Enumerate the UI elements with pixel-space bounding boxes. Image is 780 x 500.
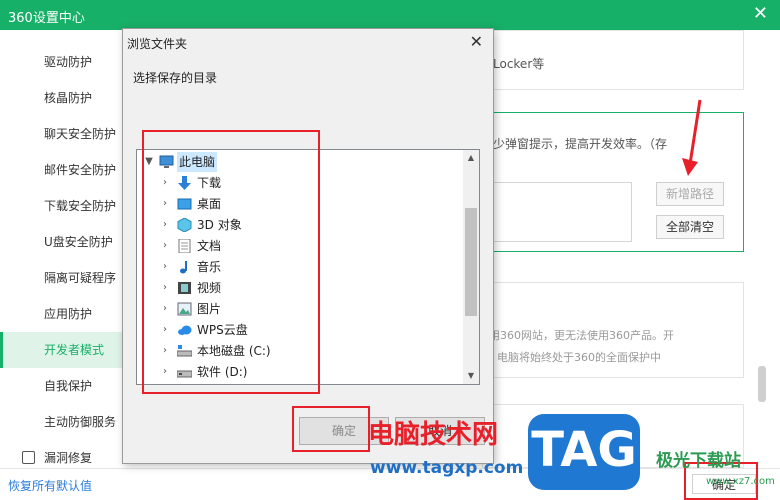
- expand-arrow-icon[interactable]: ›: [159, 320, 171, 340]
- desktop-icon: [177, 198, 192, 210]
- expand-arrow-icon[interactable]: ›: [159, 299, 171, 319]
- shield-icon: [22, 451, 35, 464]
- sidebar-item-driver-protection[interactable]: 驱动防护: [0, 44, 122, 80]
- expand-arrow-icon[interactable]: ›: [159, 362, 171, 382]
- title-bar: 360设置中心 ✕: [0, 0, 780, 30]
- sidebar-item-quarantine[interactable]: 隔离可疑程序: [0, 260, 122, 296]
- document-icon: [178, 239, 191, 253]
- expand-arrow-icon[interactable]: ›: [159, 236, 171, 256]
- sidebar-item-chat-protection[interactable]: 聊天安全防护: [0, 116, 122, 152]
- panel-low-text-1: 用360网站，更无法使用360产品。开: [489, 329, 674, 342]
- picture-icon: [177, 302, 192, 316]
- expand-arrow-icon[interactable]: ›: [159, 215, 171, 235]
- expand-arrow-icon[interactable]: ›: [159, 194, 171, 214]
- sidebar-item-usb-protection[interactable]: U盘安全防护: [0, 224, 122, 260]
- panel-low-text-2: 电脑将始终处于360的全面保护中: [497, 351, 661, 364]
- tree-item-music[interactable]: › 音乐: [137, 257, 465, 277]
- sidebar-item-download-protection[interactable]: 下载安全防护: [0, 188, 122, 224]
- tree-scrollbar[interactable]: ▲ ▼: [463, 150, 479, 384]
- close-icon[interactable]: ✕: [753, 4, 768, 24]
- sidebar-item-mail-protection[interactable]: 邮件安全防护: [0, 152, 122, 188]
- expand-arrow-icon[interactable]: ›: [159, 173, 171, 193]
- dialog-cancel-button[interactable]: 取消: [395, 417, 485, 445]
- browse-folder-dialog: 浏览文件夹 ✕ 选择保存的目录 ▼ 此电脑 › 下载 › 桌面 › 3D 对象: [122, 28, 494, 464]
- settings-panel-bottom: [482, 404, 744, 468]
- scroll-up-icon[interactable]: ▲: [463, 150, 479, 166]
- path-list-box[interactable]: [488, 182, 632, 242]
- sidebar-item-active-defense[interactable]: 主动防御服务: [0, 404, 122, 440]
- expand-arrow-icon[interactable]: ›: [159, 278, 171, 298]
- sidebar-item-self-protection[interactable]: 自我保护: [0, 368, 122, 404]
- 3d-object-icon: [177, 218, 192, 232]
- dialog-prompt: 选择保存的目录: [133, 71, 218, 85]
- add-path-button[interactable]: 新增路径: [656, 182, 724, 206]
- main-scrollbar-thumb[interactable]: [758, 366, 766, 402]
- sidebar: 驱动防护 核晶防护 聊天安全防护 邮件安全防护 下载安全防护 U盘安全防护 隔离…: [0, 30, 122, 470]
- cloud-icon: [178, 325, 192, 335]
- sidebar-item-app-protection[interactable]: 应用防护: [0, 296, 122, 332]
- scroll-down-icon[interactable]: ▼: [463, 368, 479, 384]
- tree-item-pictures[interactable]: › 图片: [137, 299, 465, 319]
- tree-item-wps-cloud[interactable]: › WPS云盘: [137, 320, 465, 340]
- tree-item-3d-objects[interactable]: › 3D 对象: [137, 215, 465, 235]
- tree-item-downloads[interactable]: › 下载: [137, 173, 465, 193]
- expand-arrow-icon[interactable]: ›: [159, 341, 171, 361]
- tree-item-this-pc[interactable]: ▼ 此电脑: [137, 152, 465, 172]
- dialog-title: 浏览文件夹: [127, 37, 188, 51]
- footer-bar: 恢复所有默认值: [0, 468, 780, 500]
- drive-icon: [177, 370, 192, 378]
- panel-mid-text: 少弹窗提示，提高开发效率。（存: [493, 137, 668, 151]
- restore-defaults-link[interactable]: 恢复所有默认值: [8, 477, 92, 494]
- sidebar-item-developer-mode[interactable]: 开发者模式: [0, 332, 122, 368]
- folder-tree[interactable]: ▼ 此电脑 › 下载 › 桌面 › 3D 对象 › 文档 › 音乐 › 视频 ›…: [136, 149, 480, 385]
- main-ok-button[interactable]: 确定: [692, 474, 756, 494]
- tree-item-videos[interactable]: › 视频: [137, 278, 465, 298]
- main-scrollbar[interactable]: [752, 36, 772, 466]
- tree-item-desktop[interactable]: › 桌面: [137, 194, 465, 214]
- window-title: 360设置中心: [8, 11, 85, 26]
- tree-item-drive-c[interactable]: › 本地磁盘 (C:): [137, 341, 465, 361]
- tree-scrollbar-thumb[interactable]: [465, 208, 477, 316]
- settings-panel-low: 用360网站，更无法使用360产品。开 电脑将始终处于360的全面保护中: [482, 282, 744, 378]
- sidebar-item-core-crystal[interactable]: 核晶防护: [0, 80, 122, 116]
- expand-arrow-icon[interactable]: ›: [159, 257, 171, 277]
- drive-c-icon: [177, 345, 192, 357]
- video-icon: [178, 282, 191, 294]
- download-arrow-icon: [178, 176, 191, 190]
- dialog-ok-button[interactable]: 确定: [299, 417, 389, 445]
- collapse-arrow-icon[interactable]: ▼: [143, 152, 155, 172]
- tree-item-drive-d[interactable]: › 软件 (D:): [137, 362, 465, 382]
- clear-all-button[interactable]: 全部清空: [656, 215, 724, 239]
- panel-top-text: Locker等: [493, 57, 545, 71]
- settings-panel-top: Locker等: [482, 30, 744, 90]
- dialog-close-icon[interactable]: ✕: [470, 32, 483, 51]
- tree-item-documents[interactable]: › 文档: [137, 236, 465, 256]
- music-note-icon: [180, 261, 187, 274]
- computer-icon: [159, 155, 174, 168]
